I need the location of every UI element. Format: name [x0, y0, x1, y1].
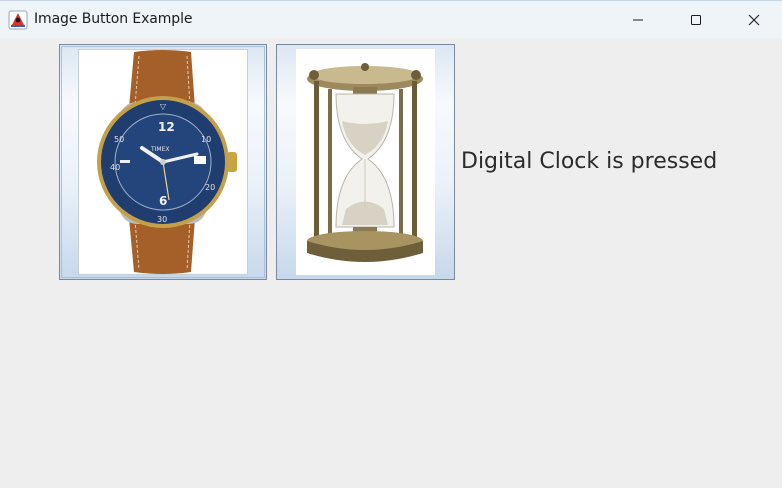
- svg-text:10: 10: [201, 135, 211, 144]
- hourglass-image-frame: [296, 49, 435, 275]
- svg-text:▽: ▽: [160, 102, 167, 111]
- maximize-button[interactable]: [667, 1, 725, 38]
- svg-text:50: 50: [114, 135, 124, 144]
- java-duke-icon[interactable]: [8, 10, 28, 30]
- content-pane: ▽ 50 10 40 20 30 12 6 TIMEX Digital Cloc…: [0, 38, 782, 488]
- close-icon: [748, 14, 760, 25]
- hourglass-image-button[interactable]: [276, 44, 455, 280]
- svg-text:TIMEX: TIMEX: [150, 146, 170, 153]
- window-title: Image Button Example: [34, 11, 193, 27]
- svg-text:20: 20: [205, 183, 215, 192]
- svg-text:12: 12: [158, 120, 175, 134]
- status-label: Digital Clock is pressed: [461, 149, 718, 174]
- svg-text:30: 30: [157, 215, 167, 224]
- hourglass-image: [307, 63, 423, 262]
- svg-text:6: 6: [159, 194, 167, 208]
- minimize-icon: [633, 19, 643, 20]
- wristwatch-image: ▽ 50 10 40 20 30 12 6 TIMEX: [97, 50, 237, 274]
- close-button[interactable]: [725, 1, 782, 38]
- minimize-button[interactable]: [609, 1, 667, 38]
- watch-image-button[interactable]: ▽ 50 10 40 20 30 12 6 TIMEX: [59, 44, 267, 280]
- maximize-icon: [691, 14, 701, 25]
- watch-image-frame: ▽ 50 10 40 20 30 12 6 TIMEX: [78, 49, 248, 275]
- svg-text:40: 40: [110, 163, 120, 172]
- title-bar: Image Button Example: [0, 0, 782, 38]
